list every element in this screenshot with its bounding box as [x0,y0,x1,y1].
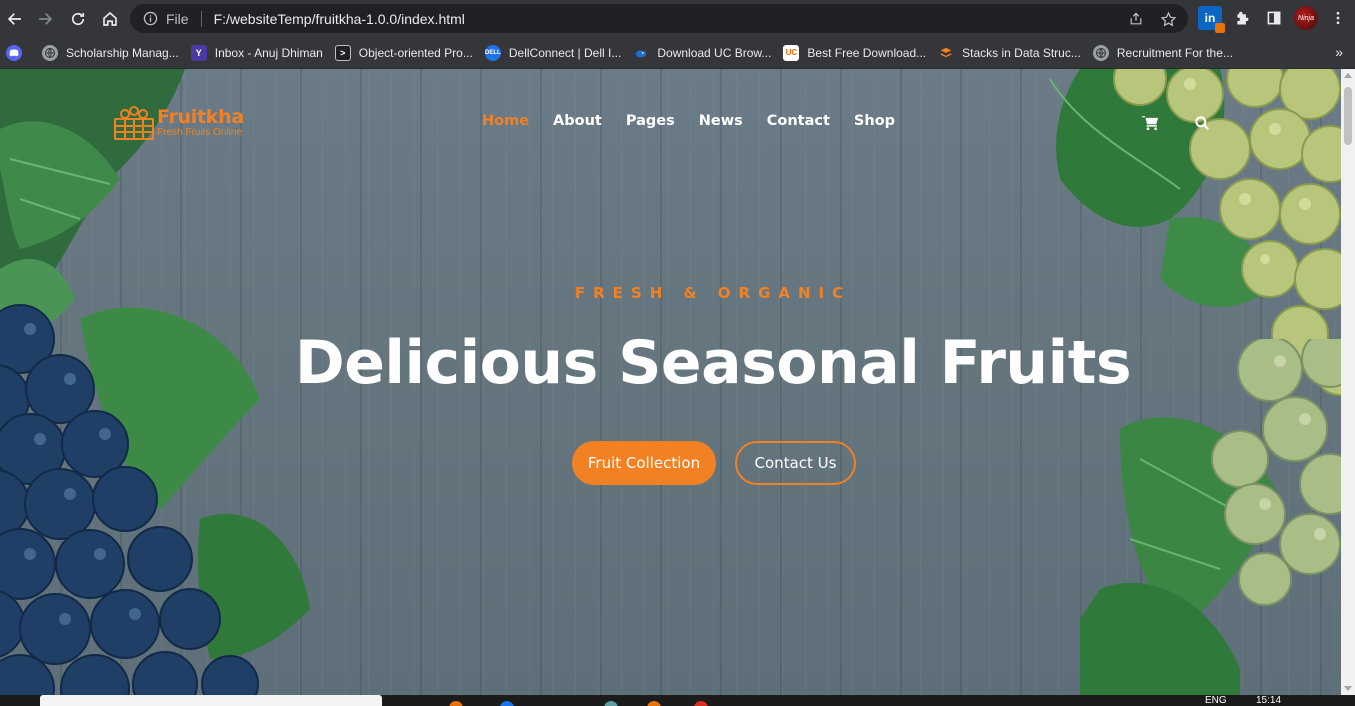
bookmark-oop[interactable]: > Object-oriented Pro... [329,39,479,67]
tray-clock[interactable]: 15:14 [1256,695,1281,706]
back-arrow-icon[interactable] [0,4,30,34]
bookmark-scholarship[interactable]: Scholarship Manag... [36,39,185,67]
bookmark-label: Download UC Brow... [657,45,772,60]
taskbar-app-icon[interactable] [694,701,708,706]
bookmark-best-free-download[interactable]: UC Best Free Download... [777,39,932,67]
stack-icon [938,45,954,61]
uc-icon: UC [783,44,800,61]
bookmark-label: Scholarship Manag... [66,45,179,60]
globe-icon [42,44,58,61]
page-scrollbar[interactable] [1341,69,1355,695]
address-divider [200,10,202,27]
info-icon[interactable] [142,11,158,27]
terminal-icon: > [334,44,351,61]
yahoo-icon: Y [190,44,207,61]
hero-buttons: Fruit Collection Contact Us [572,441,856,485]
forward-arrow-icon[interactable] [30,4,60,34]
bookmark-label: Best Free Download... [807,45,927,60]
extensions-area: in Ninja [1198,6,1350,33]
bookmark-label: DellConnect | Dell I... [508,45,622,60]
share-icon[interactable] [1126,9,1146,29]
menu-kebab-icon[interactable] [1326,6,1350,30]
bookmark-star-icon[interactable] [1158,9,1178,29]
dell-icon: DELL [484,44,501,61]
contact-us-button[interactable]: Contact Us [735,441,856,485]
taskbar-app-icon[interactable] [500,701,514,706]
bookmarks-bar: Scholarship Manag... Y Inbox - Anuj Dhim… [0,37,1355,69]
linkedin-extension-icon[interactable]: in [1198,6,1225,33]
address-bar[interactable]: File F:/websiteTemp/fruitkha-1.0.0/index… [130,4,1188,33]
os-taskbar: ENG 15:14 [0,695,1355,706]
bookmark-label: Inbox - Anuj Dhiman [214,45,323,60]
profile-avatar[interactable]: Ninja [1294,6,1318,30]
bookmark-yahoo-inbox[interactable]: Y Inbox - Anuj Dhiman [185,39,329,67]
browser-toolbar: File F:/websiteTemp/fruitkha-1.0.0/index… [0,0,1355,37]
taskbar-app-icon[interactable] [449,701,463,706]
scheme-label: File [166,10,189,27]
bookmarks-overflow-chevron[interactable]: » [1335,44,1343,60]
url-text[interactable]: F:/websiteTemp/fruitkha-1.0.0/index.html [214,11,465,27]
home-icon[interactable] [95,4,125,34]
bookmark-label: Object-oriented Pro... [358,45,473,60]
extensions-puzzle-icon[interactable] [1230,6,1254,30]
bookmark-stacks[interactable]: Stacks in Data Struc... [932,39,1087,67]
scroll-up-arrow-icon[interactable] [1344,73,1352,78]
hero-section: FRESH & ORGANIC Delicious Seasonal Fruit… [0,69,1341,695]
taskbar-search-box[interactable] [40,695,382,706]
taskbar-app-icon[interactable] [647,701,661,706]
bookmark-discord[interactable] [0,39,36,67]
reload-icon[interactable] [63,4,93,34]
bookmark-recruitment[interactable]: Recruitment For the... [1087,39,1239,67]
hero-title: Delicious Seasonal Fruits [294,328,1132,398]
discord-icon [6,44,22,61]
side-panel-icon[interactable] [1262,6,1286,30]
page-viewport: Fruitkha Fresh Fruits Online Home About … [0,69,1341,695]
uc-bird-icon [633,45,649,61]
globe-icon [1092,44,1109,61]
bookmark-label: Recruitment For the... [1116,45,1233,60]
fruit-collection-button[interactable]: Fruit Collection [572,441,716,485]
tray-language[interactable]: ENG [1205,695,1227,706]
bookmark-dellconnect[interactable]: DELL DellConnect | Dell I... [479,39,628,67]
taskbar-app-icon[interactable] [604,701,618,706]
scroll-thumb[interactable] [1344,87,1352,145]
scroll-down-arrow-icon[interactable] [1344,686,1352,691]
omnibox-actions [1126,9,1178,29]
bookmark-uc-browser[interactable]: Download UC Brow... [627,39,777,67]
hero-subtitle: FRESH & ORGANIC [574,284,852,302]
bookmark-label: Stacks in Data Struc... [962,45,1081,60]
